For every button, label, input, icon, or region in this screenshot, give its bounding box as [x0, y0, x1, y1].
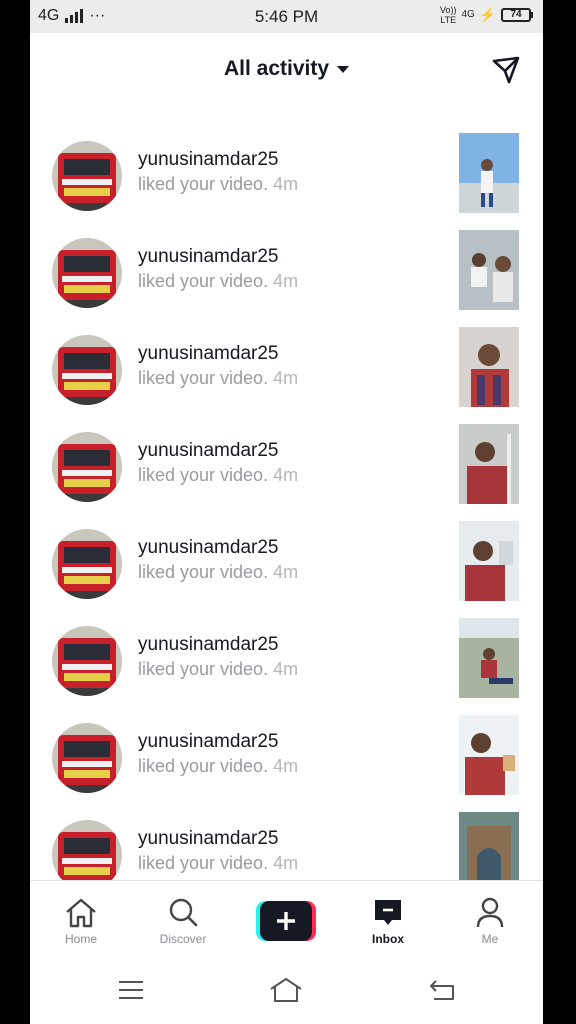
activity-text: liked your video. 4m [138, 756, 299, 776]
video-thumbnail[interactable] [459, 230, 519, 310]
activity-text: liked your video. 4m [138, 562, 299, 582]
nav-inbox-label: Inbox [372, 932, 404, 946]
volte-label: Vo)) [439, 5, 457, 15]
list-item[interactable]: yunusinamdar25 liked your video. 4m [30, 424, 543, 526]
username[interactable]: yunusinamdar25 [138, 537, 278, 559]
avatar[interactable] [52, 238, 122, 308]
activity-text: liked your video. 4m [138, 659, 299, 679]
avatar[interactable] [52, 432, 122, 502]
nav-inbox[interactable]: Inbox [343, 881, 433, 956]
menu-icon[interactable] [118, 977, 144, 1003]
avatar[interactable] [52, 335, 122, 405]
back-icon[interactable] [428, 977, 456, 1003]
activity-text: liked your video. 4m [138, 368, 299, 388]
list-item[interactable]: yunusinamdar25 liked your video. 4m [30, 521, 543, 623]
status-bar: 4G ··· 5:46 PM Vo)) LTE 4G ⚡ 74 [30, 0, 543, 33]
activity-time: 4m [273, 271, 299, 291]
activity-list: yunusinamdar25 liked your video. 4m yunu… [30, 103, 543, 880]
username[interactable]: yunusinamdar25 [138, 731, 278, 753]
avatar[interactable] [52, 141, 122, 211]
battery-icon: 74 [501, 8, 533, 22]
video-thumbnail[interactable] [459, 618, 519, 698]
list-item[interactable]: yunusinamdar25 liked your video. 4m [30, 812, 543, 880]
video-thumbnail[interactable] [459, 327, 519, 407]
inbox-icon [375, 900, 401, 925]
nav-discover-label: Discover [159, 932, 207, 946]
activity-text: liked your video. 4m [138, 465, 299, 485]
battery-level: 74 [501, 8, 531, 22]
activity-text: liked your video. 4m [138, 271, 299, 291]
avatar[interactable] [52, 529, 122, 599]
avatar[interactable] [52, 820, 122, 880]
nav-me[interactable]: Me [445, 881, 535, 956]
activity-filter-dropdown[interactable]: All activity [30, 57, 543, 81]
username[interactable]: yunusinamdar25 [138, 828, 278, 850]
activity-time: 4m [273, 756, 299, 776]
activity-text: liked your video. 4m [138, 174, 299, 194]
send-icon[interactable] [491, 55, 521, 85]
network2-label: 4G [461, 9, 475, 20]
activity-text: liked your video. 4m [138, 853, 299, 873]
nav-discover[interactable]: Discover [138, 881, 228, 956]
avatar[interactable] [52, 626, 122, 696]
list-item[interactable]: yunusinamdar25 liked your video. 4m [30, 133, 543, 235]
activity-time: 4m [273, 562, 299, 582]
list-item[interactable]: yunusinamdar25 liked your video. 4m [30, 230, 543, 332]
avatar[interactable] [52, 723, 122, 793]
lte-label: LTE [440, 15, 457, 25]
create-plus-icon[interactable] [256, 901, 316, 941]
page-title: All activity [223, 57, 330, 80]
video-thumbnail[interactable] [459, 133, 519, 213]
activity-time: 4m [273, 465, 299, 485]
charging-icon: ⚡ [479, 7, 496, 22]
list-item[interactable]: yunusinamdar25 liked your video. 4m [30, 327, 543, 429]
video-thumbnail[interactable] [459, 521, 519, 601]
nav-me-label: Me [481, 932, 499, 946]
username[interactable]: yunusinamdar25 [138, 634, 278, 656]
list-item[interactable]: yunusinamdar25 liked your video. 4m [30, 618, 543, 720]
list-item[interactable]: yunusinamdar25 liked your video. 4m [30, 715, 543, 817]
username[interactable]: yunusinamdar25 [138, 343, 278, 365]
search-icon [169, 898, 198, 927]
system-nav [30, 955, 543, 1024]
status-right: Vo)) LTE 4G ⚡ 74 [440, 5, 533, 25]
nav-home-label: Home [64, 932, 97, 946]
profile-icon [476, 897, 504, 928]
header: All activity [30, 33, 543, 103]
video-thumbnail[interactable] [459, 715, 519, 795]
app-screen: 4G ··· 5:46 PM Vo)) LTE 4G ⚡ 74 All acti… [30, 0, 543, 1024]
video-thumbnail[interactable] [459, 812, 519, 880]
nav-home[interactable]: Home [36, 881, 126, 956]
home-outline-icon[interactable] [269, 977, 303, 1003]
username[interactable]: yunusinamdar25 [138, 440, 278, 462]
bottom-nav: Home Discover Inbox Me [30, 880, 543, 955]
username[interactable]: yunusinamdar25 [138, 246, 278, 268]
username[interactable]: yunusinamdar25 [138, 149, 278, 171]
activity-time: 4m [273, 174, 299, 194]
list-item-partial [30, 103, 543, 115]
activity-time: 4m [273, 368, 299, 388]
dropdown-caret-icon [337, 65, 350, 73]
video-thumbnail[interactable] [459, 424, 519, 504]
activity-time: 4m [273, 659, 299, 679]
home-icon [66, 898, 96, 928]
activity-time: 4m [273, 853, 299, 873]
